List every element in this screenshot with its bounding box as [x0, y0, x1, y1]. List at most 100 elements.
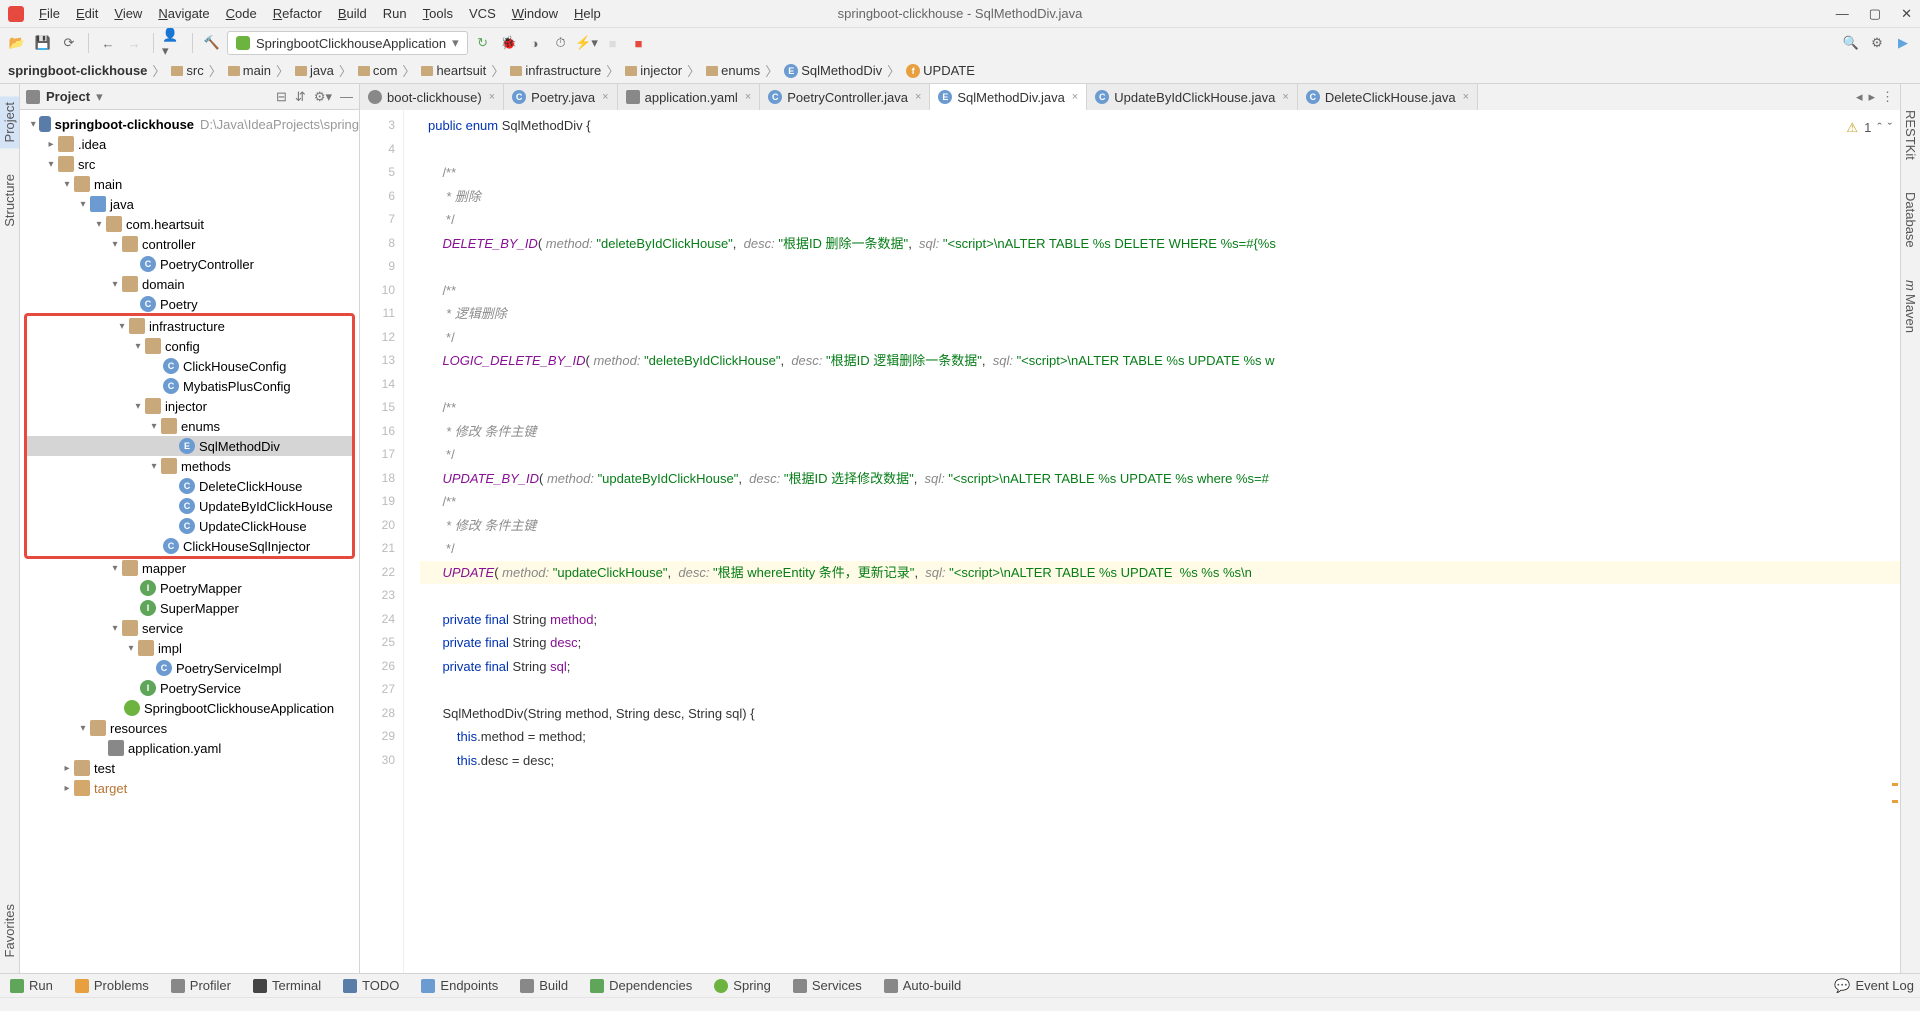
inspection-indicator[interactable]: ⚠1ˆˇ [1846, 116, 1892, 140]
tool-services[interactable]: Services [789, 976, 866, 995]
tab-deleteclickhouse[interactable]: CDeleteClickHouse.java× [1298, 84, 1478, 110]
tree-poetryserviceimpl[interactable]: CPoetryServiceImpl [20, 658, 359, 678]
close-icon[interactable]: × [915, 91, 921, 103]
project-tree[interactable]: ▾springboot-clickhouseD:\Java\IdeaProjec… [20, 110, 359, 973]
open-icon[interactable]: 📂 [6, 32, 28, 54]
tree-config[interactable]: ▾config [27, 336, 352, 356]
tree-sqlmethoddiv[interactable]: ESqlMethodDiv [27, 436, 352, 456]
tool-run[interactable]: Run [6, 976, 57, 995]
tree-poetryservice[interactable]: IPoetryService [20, 678, 359, 698]
tree-poetrymapper[interactable]: IPoetryMapper [20, 578, 359, 598]
tool-terminal[interactable]: Terminal [249, 976, 325, 995]
menu-build[interactable]: Build [331, 3, 374, 24]
stop-icon[interactable]: ■ [628, 32, 650, 54]
crumb-field[interactable]: fUPDATE [906, 63, 975, 78]
menu-edit[interactable]: Edit [69, 3, 105, 24]
close-button[interactable]: ✕ [1901, 6, 1912, 22]
tree-enums[interactable]: ▾enums [27, 416, 352, 436]
menu-code[interactable]: Code [219, 3, 264, 24]
codewithme-icon[interactable]: ▶ [1892, 32, 1914, 54]
crumb-infra[interactable]: infrastructure〉 [510, 61, 621, 80]
tool-window-favorites[interactable]: Favorites [0, 898, 19, 963]
crumb-main[interactable]: main〉 [228, 61, 291, 80]
tree-resources[interactable]: ▾resources [20, 718, 359, 738]
crumb-java[interactable]: java〉 [295, 61, 354, 80]
close-icon[interactable]: × [745, 91, 751, 103]
next-tab-icon[interactable]: ▸ [1868, 89, 1875, 105]
tool-build[interactable]: Build [516, 976, 572, 995]
crumb-com[interactable]: com〉 [358, 61, 418, 80]
close-icon[interactable]: × [489, 91, 495, 103]
profile-icon[interactable]: ⏱ [550, 32, 572, 54]
back-icon[interactable]: ← [97, 32, 119, 54]
tree-injector[interactable]: ▾injector [27, 396, 352, 416]
tool-profiler[interactable]: Profiler [167, 976, 235, 995]
tab-appyaml[interactable]: application.yaml× [618, 84, 761, 110]
tree-domain[interactable]: ▾domain [20, 274, 359, 294]
event-log-button[interactable]: 💬Event Log [1834, 978, 1914, 994]
menu-help[interactable]: Help [567, 3, 608, 24]
expand-all-icon[interactable]: ⇵ [295, 89, 306, 105]
tabs-list-icon[interactable]: ⋮ [1881, 89, 1894, 105]
tool-endpoints[interactable]: Endpoints [417, 976, 502, 995]
close-icon[interactable]: × [1463, 91, 1469, 103]
rerun-icon[interactable]: ↻ [472, 32, 494, 54]
tool-problems[interactable]: Problems [71, 976, 153, 995]
save-icon[interactable]: 💾 [32, 32, 54, 54]
tool-window-maven[interactable]: m Maven [1901, 274, 1920, 340]
tree-root[interactable]: ▾springboot-clickhouseD:\Java\IdeaProjec… [20, 114, 359, 134]
tree-poetry-controller[interactable]: CPoetryController [20, 254, 359, 274]
tree-main[interactable]: ▾main [20, 174, 359, 194]
attach-icon[interactable]: ⚡▾ [576, 32, 598, 54]
build-icon[interactable]: 🔨 [201, 32, 223, 54]
tree-infrastructure[interactable]: ▾infrastructure [27, 316, 352, 336]
tree-src[interactable]: ▾src [20, 154, 359, 174]
menu-refactor[interactable]: Refactor [266, 3, 329, 24]
menu-tools[interactable]: Tools [416, 3, 460, 24]
tree-java[interactable]: ▾java [20, 194, 359, 214]
coverage-icon[interactable]: ◑ [524, 32, 546, 54]
tree-clickhouse-config[interactable]: CClickHouseConfig [27, 356, 352, 376]
tool-todo[interactable]: TODO [339, 976, 403, 995]
tab-poetry[interactable]: CPoetry.java× [504, 84, 618, 110]
crumb-injector[interactable]: injector〉 [625, 61, 702, 80]
prev-tab-icon[interactable]: ◂ [1856, 89, 1863, 105]
close-icon[interactable]: × [1072, 91, 1078, 103]
tree-updatebyid[interactable]: CUpdateByIdClickHouse [27, 496, 352, 516]
menu-view[interactable]: View [107, 3, 149, 24]
settings-icon[interactable]: ⚙ [1866, 32, 1888, 54]
tree-target[interactable]: ▸target [20, 778, 359, 798]
search-icon[interactable]: 🔍 [1840, 32, 1862, 54]
crumb-src[interactable]: src〉 [171, 61, 223, 80]
menu-file[interactable]: File [32, 3, 67, 24]
menu-run[interactable]: Run [376, 3, 414, 24]
forward-icon[interactable]: → [123, 32, 145, 54]
tree-test[interactable]: ▸test [20, 758, 359, 778]
crumb-enums[interactable]: enums〉 [706, 61, 780, 80]
tree-springapp[interactable]: SpringbootClickhouseApplication [20, 698, 359, 718]
tab-poetrycontroller[interactable]: CPoetryController.java× [760, 84, 930, 110]
tree-mybatis-config[interactable]: CMybatisPlusConfig [27, 376, 352, 396]
menu-vcs[interactable]: VCS [462, 3, 503, 24]
maximize-button[interactable]: ▢ [1869, 6, 1881, 22]
code-body[interactable]: ⚠1ˆˇ public enum SqlMethodDiv { /** * 删除… [420, 110, 1900, 973]
close-icon[interactable]: × [1282, 91, 1288, 103]
tree-pkg[interactable]: ▾com.heartsuit [20, 214, 359, 234]
error-stripe[interactable] [1890, 110, 1900, 973]
menu-navigate[interactable]: Navigate [151, 3, 216, 24]
hide-icon[interactable]: — [340, 89, 353, 105]
crumb-root[interactable]: springboot-clickhouse〉 [8, 61, 167, 80]
tree-supermapper[interactable]: ISuperMapper [20, 598, 359, 618]
tool-window-database[interactable]: Database [1901, 186, 1920, 254]
crumb-heartsuit[interactable]: heartsuit〉 [421, 61, 506, 80]
tree-impl[interactable]: ▾impl [20, 638, 359, 658]
settings-gear-icon[interactable]: ⚙▾ [314, 89, 332, 105]
tab-bootclickhouse[interactable]: boot-clickhouse)× [360, 84, 504, 110]
tree-service[interactable]: ▾service [20, 618, 359, 638]
tree-poetry[interactable]: CPoetry [20, 294, 359, 314]
select-opened-icon[interactable]: ⊟ [276, 89, 287, 105]
tab-sqlmethoddiv[interactable]: ESqlMethodDiv.java× [930, 84, 1087, 110]
minimize-button[interactable]: — [1836, 6, 1849, 22]
tree-mapper[interactable]: ▾mapper [20, 558, 359, 578]
tree-deleteclickhouse[interactable]: CDeleteClickHouse [27, 476, 352, 496]
